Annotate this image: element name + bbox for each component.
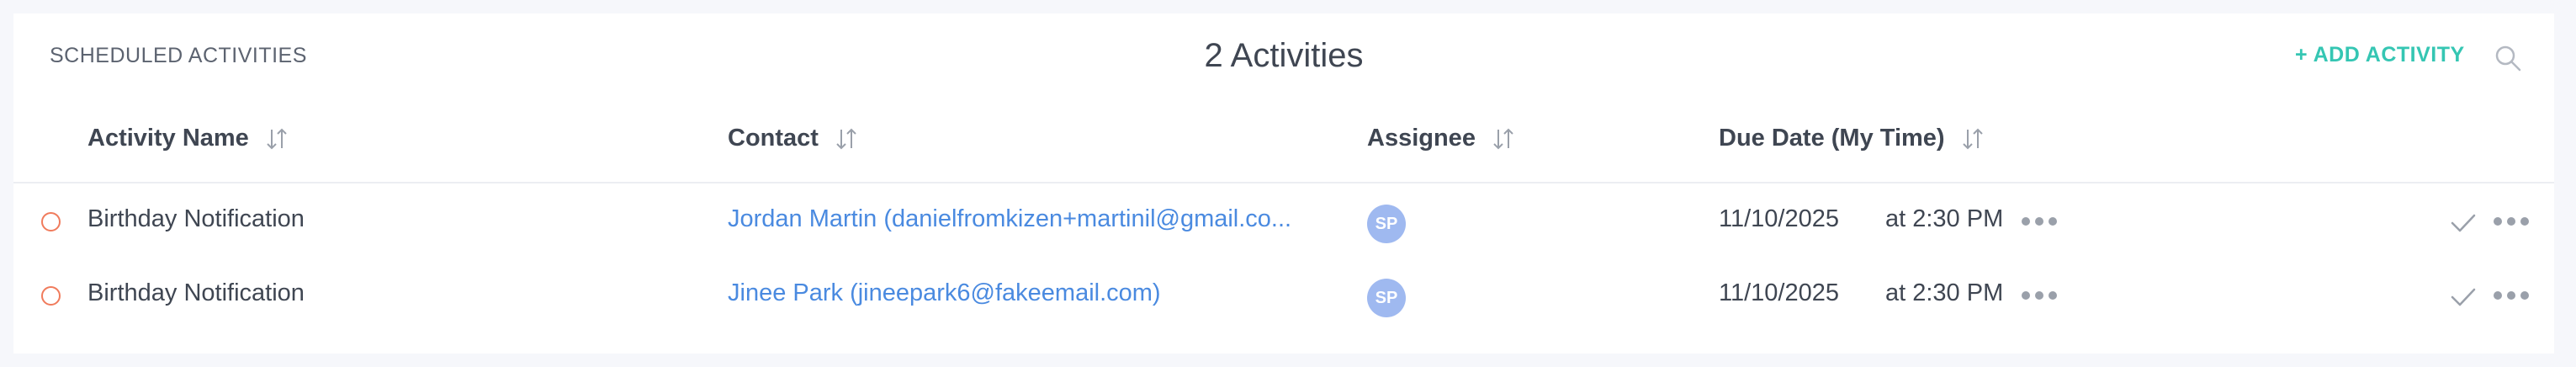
column-header-assignee[interactable]: Assignee: [1367, 125, 1516, 152]
check-icon[interactable]: [2449, 210, 2478, 236]
table-row: Birthday Notification Jordan Martin (dan…: [13, 189, 2554, 263]
column-label: Activity Name: [87, 125, 249, 152]
search-icon[interactable]: [2494, 44, 2522, 72]
column-label: Contact: [728, 125, 819, 152]
column-label: Assignee: [1367, 125, 1476, 152]
activities-panel: SCHEDULED ACTIVITIES 2 Activities + ADD …: [13, 13, 2554, 354]
column-header-due-date[interactable]: Due Date (My Time): [1719, 125, 1985, 152]
column-label: Due Date (My Time): [1719, 125, 1945, 152]
status-circle-icon[interactable]: [41, 212, 61, 231]
table-header: Activity Name Contact Assignee Due Date …: [13, 98, 2554, 184]
due-date: 11/10/2025: [1719, 205, 1839, 232]
page-title: 2 Activities: [1204, 37, 1364, 74]
sort-icon[interactable]: [264, 126, 289, 152]
more-time-options-icon[interactable]: [2022, 291, 2057, 300]
due-time: at 2:30 PM: [1885, 205, 2004, 232]
due-date: 11/10/2025: [1719, 279, 1839, 306]
sort-icon[interactable]: [834, 126, 859, 152]
avatar: SP: [1367, 279, 1406, 317]
activity-name: Birthday Notification: [87, 205, 305, 232]
row-menu-icon[interactable]: [2494, 291, 2529, 300]
status-circle-icon[interactable]: [41, 286, 61, 306]
column-header-activity-name[interactable]: Activity Name: [87, 125, 289, 152]
check-icon[interactable]: [2449, 285, 2478, 310]
avatar: SP: [1367, 205, 1406, 243]
contact-link[interactable]: Jordan Martin (danielfromkizen+martinil@…: [728, 205, 1291, 233]
activities-toolbar: SCHEDULED ACTIVITIES 2 Activities + ADD …: [13, 13, 2554, 89]
activity-name: Birthday Notification: [87, 279, 305, 306]
table-row: Birthday Notification Jinee Park (jineep…: [13, 263, 2554, 337]
row-menu-icon[interactable]: [2494, 217, 2529, 226]
contact-link[interactable]: Jinee Park (jineepark6@fakeemail.com): [728, 279, 1161, 307]
sort-icon[interactable]: [1491, 126, 1516, 152]
add-activity-button[interactable]: + ADD ACTIVITY: [2295, 43, 2465, 67]
due-time: at 2:30 PM: [1885, 279, 2004, 306]
more-time-options-icon[interactable]: [2022, 217, 2057, 226]
sort-icon[interactable]: [1960, 126, 1985, 152]
column-header-contact[interactable]: Contact: [728, 125, 859, 152]
